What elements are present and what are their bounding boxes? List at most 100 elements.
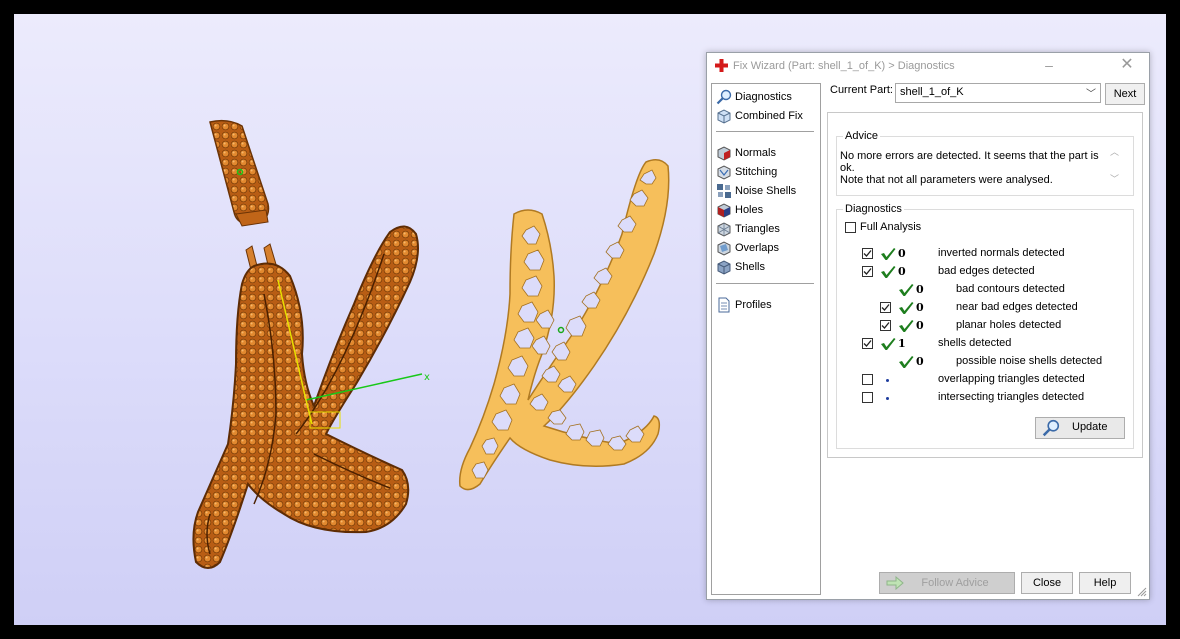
resize-grip-icon[interactable] — [1137, 587, 1147, 597]
noise-shells-icon — [717, 184, 731, 198]
diagnostic-count: 0 — [916, 283, 924, 296]
nav-item-triangles[interactable]: Triangles — [716, 220, 780, 238]
minimize-button[interactable]: – — [1037, 56, 1061, 76]
triangles-icon — [717, 222, 731, 237]
nav-label: Combined Fix — [735, 110, 803, 122]
diagnostic-checkbox[interactable] — [862, 392, 873, 403]
document-icon — [718, 297, 730, 313]
dialog-title: Fix Wizard (Part: shell_1_of_K) > Diagno… — [733, 60, 955, 72]
nav-label: Noise Shells — [735, 185, 797, 197]
nav-item-overlaps[interactable]: Overlaps — [716, 239, 779, 257]
diagnostic-label: possible noise shells detected — [956, 355, 1103, 367]
nav-item-shells[interactable]: Shells — [716, 258, 765, 276]
diagnostic-label: near bad edges detected — [956, 301, 1078, 313]
check-ok-icon — [881, 266, 896, 278]
diagnostic-row: overlapping triangles detected — [828, 372, 1128, 388]
nav-label: Normals — [735, 147, 776, 159]
nav-label: Diagnostics — [735, 91, 792, 103]
diagnostic-count: 0 — [916, 301, 924, 314]
holes-icon — [717, 203, 731, 218]
advice-text: No more errors are detected. It seems th… — [840, 150, 1102, 186]
nav-divider — [716, 131, 814, 132]
diagnostic-label: shells detected — [938, 337, 1012, 349]
chevron-down-icon: ﹀ — [1086, 89, 1096, 100]
honeycomb-k-model — [458, 159, 670, 491]
arrow-right-icon — [886, 576, 904, 590]
diagnostic-row: 0 near bad edges detected — [828, 300, 1128, 316]
diagnostic-checkbox[interactable] — [880, 302, 891, 313]
check-ok-icon — [881, 248, 896, 260]
nav-label: Shells — [735, 261, 765, 273]
normals-cube-icon — [717, 146, 731, 161]
current-part-label: Current Part: — [830, 84, 893, 96]
diagnostic-checkbox[interactable] — [862, 338, 873, 349]
diagnostic-row: 0 inverted normals detected — [828, 246, 1128, 262]
diagnostic-row: 1 shells detected — [828, 336, 1128, 352]
overlaps-icon — [717, 241, 731, 256]
close-window-button[interactable]: ✕ — [1115, 56, 1139, 76]
help-button[interactable]: Help — [1079, 572, 1131, 594]
check-ok-icon — [899, 284, 914, 296]
red-cross-icon — [715, 59, 728, 72]
diagnostic-count: 0 — [916, 355, 924, 368]
magnifier-icon — [1042, 419, 1060, 437]
nav-label: Holes — [735, 204, 764, 216]
shells-icon — [717, 260, 731, 275]
fix-wizard-dialog: Fix Wizard (Part: shell_1_of_K) > Diagno… — [706, 52, 1150, 600]
nav-item-holes[interactable]: Holes — [716, 201, 763, 219]
nav-item-combined-fix[interactable]: Combined Fix — [716, 107, 803, 125]
nav-item-normals[interactable]: Normals — [716, 144, 776, 162]
bail-ring — [209, 119, 270, 227]
diagnostic-count: 1 — [898, 337, 906, 350]
wizard-nav-panel: Diagnostics Combined Fix Normals Stitchi… — [711, 83, 821, 595]
diagnostic-count: 0 — [898, 265, 906, 278]
scroll-up-icon[interactable]: ︿ — [1110, 145, 1119, 158]
current-part-select[interactable]: shell_1_of_K ﹀ — [895, 83, 1101, 103]
check-ok-icon — [899, 320, 914, 332]
advice-line-2: Note that not all parameters were analys… — [840, 174, 1053, 186]
diagnostic-checkbox[interactable] — [862, 266, 873, 277]
nav-label: Overlaps — [735, 242, 780, 254]
diagnostic-row: 0 bad edges detected — [828, 264, 1128, 280]
diagnostic-label: inverted normals detected — [938, 247, 1065, 259]
nav-item-noise-shells[interactable]: Noise Shells — [716, 182, 796, 200]
full-analysis-checkbox[interactable] — [845, 222, 856, 233]
diagnostic-row: 0 bad contours detected — [828, 282, 1128, 298]
not-analysed-dot-icon — [886, 379, 889, 382]
diagnostic-row: 0 planar holes detected — [828, 318, 1128, 334]
next-button[interactable]: Next — [1105, 83, 1145, 105]
scroll-down-icon[interactable]: ﹀ — [1110, 172, 1119, 185]
diagnostic-label: bad contours detected — [956, 283, 1065, 295]
nav-label: Stitching — [735, 166, 778, 178]
diagnostic-count: 0 — [916, 319, 924, 332]
diagnostic-label: intersecting triangles detected — [938, 391, 1085, 403]
update-label: Update — [1072, 421, 1108, 433]
nav-item-profiles[interactable]: Profiles — [716, 296, 772, 314]
diagnostics-title: Diagnostics — [843, 203, 904, 215]
diagnostic-row: intersecting triangles detected — [828, 390, 1128, 406]
diagnostic-checkbox[interactable] — [862, 374, 873, 385]
current-part-value: shell_1_of_K — [900, 86, 964, 98]
box-icon — [717, 109, 731, 124]
diagnostics-panel: Advice No more errors are detected. It s… — [827, 112, 1143, 458]
magnifier-icon — [716, 89, 732, 105]
diagnostic-label: overlapping triangles detected — [938, 373, 1085, 385]
follow-advice-label: Follow Advice — [921, 577, 989, 589]
update-button[interactable]: Update — [1035, 417, 1125, 439]
close-button[interactable]: Close — [1021, 572, 1073, 594]
not-analysed-dot-icon — [886, 397, 889, 400]
nav-divider — [716, 283, 814, 284]
dialog-titlebar[interactable]: Fix Wizard (Part: shell_1_of_K) > Diagno… — [707, 53, 1149, 79]
advice-line-1: No more errors are detected. It seems th… — [840, 150, 1099, 174]
check-ok-icon — [899, 302, 914, 314]
advice-title: Advice — [843, 130, 881, 142]
diagnostic-count: 0 — [898, 247, 906, 260]
nav-item-stitching[interactable]: Stitching — [716, 163, 777, 181]
follow-advice-button[interactable]: Follow Advice — [879, 572, 1015, 594]
diagnostic-checkbox[interactable] — [862, 248, 873, 259]
diagnostic-label: bad edges detected — [938, 265, 1035, 277]
nav-item-diagnostics[interactable]: Diagnostics — [716, 88, 792, 106]
diagnostic-checkbox[interactable] — [880, 320, 891, 331]
stitching-icon — [717, 165, 731, 180]
check-ok-icon — [881, 338, 896, 350]
